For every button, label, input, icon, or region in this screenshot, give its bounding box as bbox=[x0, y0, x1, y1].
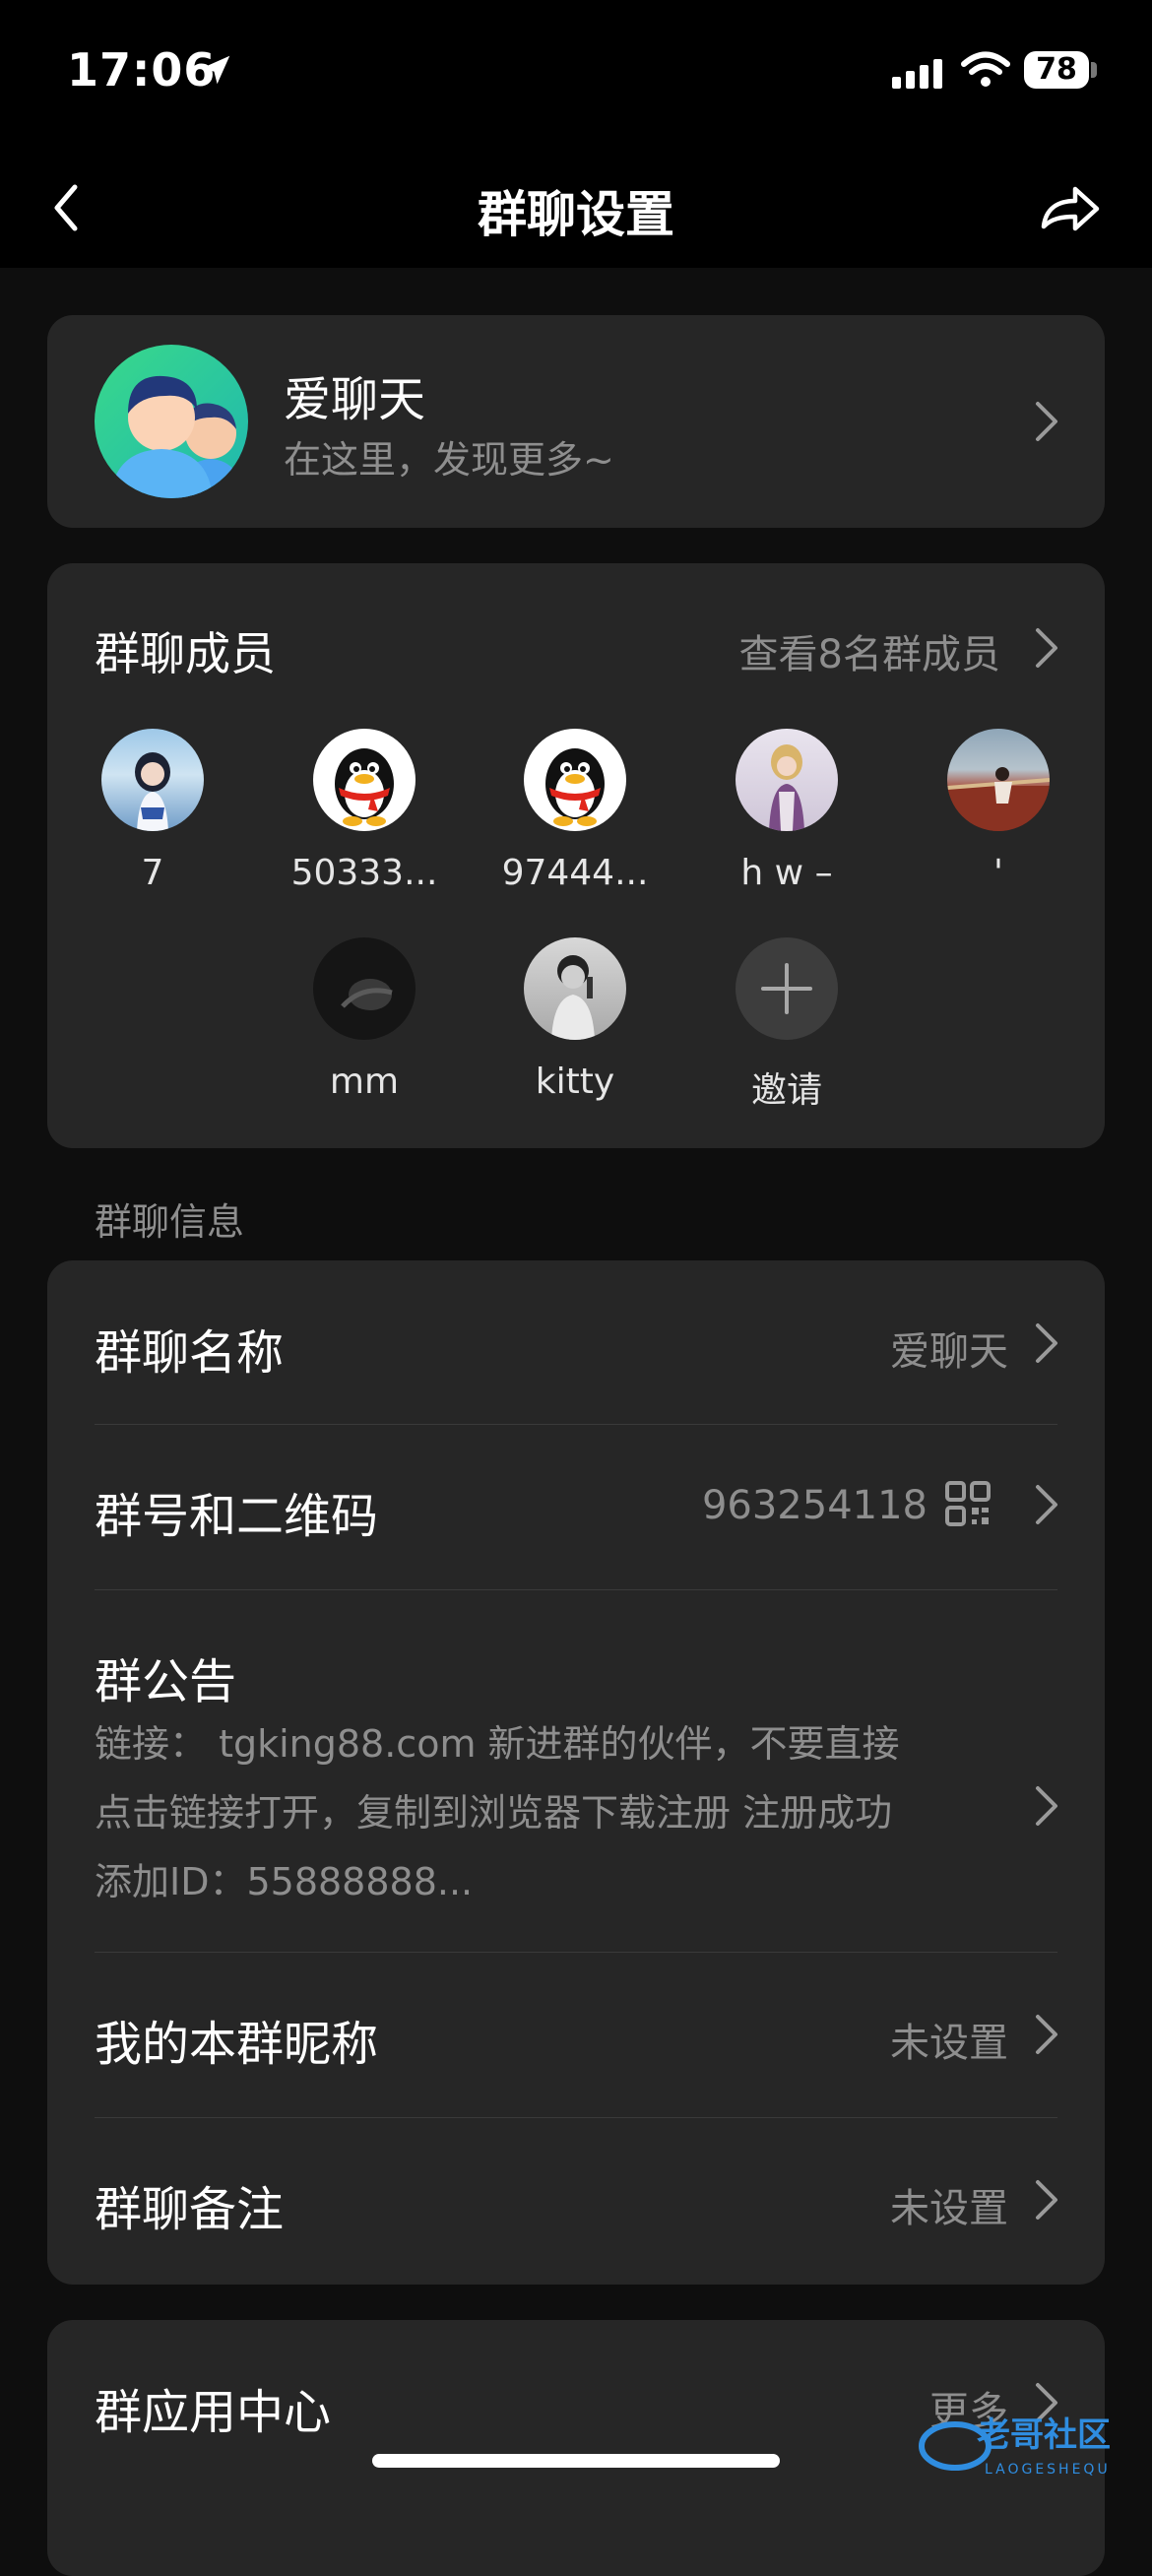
battery-level: 78 bbox=[1036, 52, 1077, 87]
member-item[interactable]: h w – bbox=[698, 729, 875, 893]
plus-icon bbox=[736, 937, 838, 1040]
group-remark-row[interactable]: 群聊备注 未设置 bbox=[47, 2119, 1105, 2285]
row-label: 群聊备注 bbox=[95, 2182, 285, 2237]
member-avatar bbox=[524, 729, 626, 831]
member-item[interactable]: ' bbox=[910, 729, 1087, 893]
group-notice-row[interactable]: 群公告 链接： tgking88.com 新进群的伙伴，不要直接 点击链接打开，… bbox=[47, 1591, 1105, 1954]
chevron-right-icon bbox=[1034, 1321, 1059, 1365]
row-label: 群聊名称 bbox=[95, 1325, 285, 1381]
member-name: 50333... bbox=[290, 853, 438, 893]
member-avatar bbox=[947, 729, 1050, 831]
member-name: h w – bbox=[740, 853, 833, 893]
group-id-qr-row[interactable]: 群号和二维码 963254118 bbox=[47, 1426, 1105, 1591]
notice-line: 链接： tgking88.com 新进群的伙伴，不要直接 bbox=[95, 1722, 900, 1766]
members-card: 群聊成员 查看8名群成员 7 50333... 97444... h w – '… bbox=[47, 563, 1105, 1148]
row-value: 963254118 bbox=[701, 1483, 928, 1528]
invite-label: 邀请 bbox=[750, 1070, 822, 1111]
divider bbox=[95, 1952, 1057, 1953]
row-value: 未设置 bbox=[890, 2021, 1008, 2066]
location-arrow-icon bbox=[201, 55, 230, 85]
battery-icon: 78 bbox=[1024, 51, 1089, 89]
group-info-card: 群聊名称 爱聊天 群号和二维码 963254118 群公告 链接： tgking… bbox=[47, 1260, 1105, 2285]
invite-member-button[interactable]: 邀请 bbox=[698, 937, 875, 1113]
qr-code-icon bbox=[945, 1481, 991, 1526]
watermark-text: 老哥社区 bbox=[977, 2415, 1111, 2455]
group-profile-card[interactable]: 爱聊天 在这里，发现更多~ bbox=[47, 315, 1105, 528]
member-item[interactable]: 50333... bbox=[276, 729, 453, 893]
member-avatar bbox=[524, 937, 626, 1040]
watermark-subtext: LAOGESHEQU bbox=[985, 2462, 1111, 2478]
member-name: 97444... bbox=[501, 853, 649, 893]
member-avatar bbox=[313, 937, 416, 1040]
member-avatar bbox=[313, 729, 416, 831]
wifi-icon bbox=[961, 51, 1010, 87]
member-name: 7 bbox=[141, 853, 164, 893]
chevron-right-icon bbox=[1034, 1784, 1059, 1828]
cellular-signal-icon bbox=[892, 59, 942, 89]
qq-penguin-icon bbox=[545, 748, 605, 826]
chevron-right-icon bbox=[1034, 400, 1059, 443]
chevron-right-icon bbox=[1034, 2013, 1059, 2056]
row-label: 群应用中心 bbox=[95, 2385, 332, 2440]
chevron-right-icon bbox=[1034, 1483, 1059, 1526]
status-time: 17:06 bbox=[67, 43, 217, 97]
divider bbox=[95, 1589, 1057, 1590]
group-name: 爱聊天 bbox=[284, 372, 426, 427]
section-label-group-info: 群聊信息 bbox=[95, 1200, 245, 1244]
member-item[interactable]: 7 bbox=[64, 729, 241, 893]
chevron-right-icon bbox=[1034, 626, 1059, 670]
view-all-members-link[interactable]: 查看8名群成员 bbox=[739, 622, 1000, 679]
divider bbox=[95, 1424, 1057, 1425]
member-avatar bbox=[736, 729, 838, 831]
my-group-nickname-row[interactable]: 我的本群昵称 未设置 bbox=[47, 1954, 1105, 2119]
member-name: mm bbox=[329, 1062, 400, 1102]
member-avatar bbox=[101, 729, 204, 831]
divider bbox=[95, 2117, 1057, 2118]
notice-line: 添加ID：55888888... bbox=[95, 1860, 474, 1903]
home-indicator bbox=[372, 2454, 780, 2468]
group-name-row[interactable]: 群聊名称 爱聊天 bbox=[47, 1260, 1105, 1426]
notice-line: 点击链接打开，复制到浏览器下载注册 注册成功 bbox=[95, 1791, 893, 1835]
row-label: 群公告 bbox=[95, 1654, 237, 1709]
member-item[interactable]: mm bbox=[276, 937, 453, 1102]
member-name: kitty bbox=[535, 1062, 615, 1102]
page-title: 群聊设置 bbox=[478, 186, 674, 243]
member-item[interactable]: 97444... bbox=[486, 729, 664, 893]
qq-penguin-icon bbox=[335, 748, 394, 826]
nav-bar: 群聊设置 bbox=[0, 148, 1152, 268]
row-value: 未设置 bbox=[890, 2186, 1008, 2231]
battery-tip bbox=[1091, 62, 1097, 78]
row-value: 爱聊天 bbox=[890, 1329, 1008, 1375]
row-label: 我的本群昵称 bbox=[95, 2017, 379, 2072]
member-name: ' bbox=[993, 853, 1003, 893]
share-forward-icon[interactable] bbox=[1034, 173, 1105, 242]
notice-text: 链接： tgking88.com 新进群的伙伴，不要直接 点击链接打开，复制到浏… bbox=[95, 1709, 1020, 1916]
member-item[interactable]: kitty bbox=[486, 937, 664, 1102]
row-label: 群号和二维码 bbox=[95, 1489, 379, 1544]
chevron-right-icon bbox=[1034, 2178, 1059, 2222]
watermark-logo: 老哥社区 LAOGESHEQU bbox=[916, 2403, 1142, 2487]
members-title: 群聊成员 bbox=[95, 627, 276, 680]
group-subtitle: 在这里，发现更多~ bbox=[284, 438, 614, 482]
group-avatar bbox=[95, 345, 248, 498]
group-people-icon bbox=[110, 375, 244, 498]
status-bar: 17:06 78 bbox=[0, 0, 1152, 148]
